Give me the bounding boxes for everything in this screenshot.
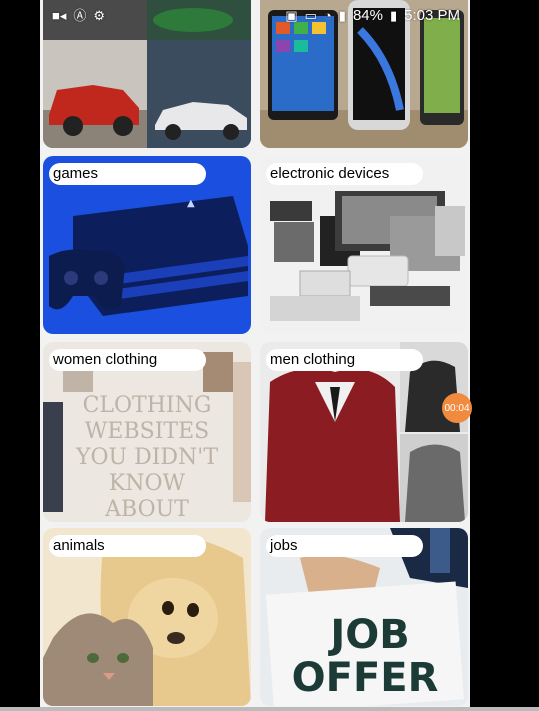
recording-timer-badge[interactable]: 00:04 — [442, 393, 472, 423]
settings-icon: ⚙ — [93, 7, 106, 23]
signal-icon: ▮ — [338, 7, 346, 23]
poster-line-4: KNOW — [109, 471, 186, 496]
video-icon: ■◂ — [52, 7, 67, 23]
cast-icon: ▭ — [304, 7, 317, 23]
category-card-electronics[interactable]: electronic devices — [260, 156, 468, 334]
category-label-women-clothing: women clothing — [49, 349, 206, 371]
category-card-men-clothing[interactable]: men clothing — [260, 342, 468, 522]
job-text-line-1: JOB — [327, 612, 409, 658]
save-icon: ▣ — [285, 7, 298, 23]
category-card-women-clothing[interactable]: different CLOTHING WEBSITES YOU DIDN'T K… — [43, 342, 251, 522]
status-bar: ■◂ Ⓐ ⚙ ▣ ▭ ◔ ▮ 84% ▮ 5:03 PM — [40, 0, 470, 30]
category-card-jobs[interactable]: JOB OFFER jobs — [260, 528, 468, 706]
bottom-edge — [0, 707, 539, 711]
category-card-games[interactable]: ▲ games — [43, 156, 251, 334]
status-right-icons: ▣ ▭ ◔ ▮ 84% ▮ 5:03 PM — [285, 7, 460, 24]
a-icon: Ⓐ — [73, 7, 87, 23]
battery-icon: ▮ — [389, 7, 398, 23]
category-label-games: games — [49, 163, 206, 185]
poster-line-5: ABOUT — [104, 497, 189, 522]
svg-text:▲: ▲ — [187, 198, 195, 209]
wifi-icon: ◔ — [323, 7, 332, 23]
poster-line-1: CLOTHING — [83, 393, 212, 418]
job-text-line-2: OFFER — [292, 655, 439, 701]
poster-line-3: YOU DIDN'T — [75, 445, 218, 470]
poster-line-2: WEBSITES — [85, 419, 209, 444]
app-screen: ■◂ Ⓐ ⚙ ▣ ▭ ◔ ▮ 84% ▮ 5:03 PM ▲ games ele… — [40, 0, 470, 707]
category-grid: ▲ games electronic devices CLOTHING WEBS… — [40, 0, 470, 707]
category-label-men-clothing: men clothing — [266, 349, 423, 371]
category-card-animals[interactable]: animals — [43, 528, 251, 706]
battery-percent: 84% — [352, 6, 383, 24]
clock: 5:03 PM — [404, 6, 460, 24]
category-label-electronic-devices: electronic devices — [266, 163, 423, 185]
category-label-jobs: jobs — [266, 535, 423, 557]
status-left-icons: ■◂ Ⓐ ⚙ — [52, 9, 105, 22]
category-label-animals: animals — [49, 535, 206, 557]
